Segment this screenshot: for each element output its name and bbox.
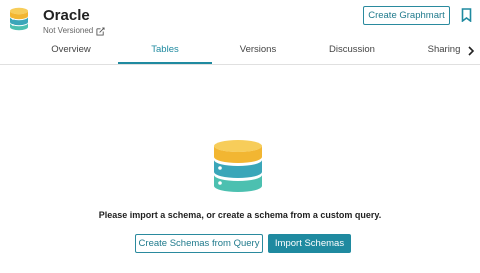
tab-bar: Overview Tables Versions Discussion Shar… xyxy=(0,38,480,65)
tab-discussion[interactable]: Discussion xyxy=(306,38,398,64)
tab-versions[interactable]: Versions xyxy=(214,38,302,64)
import-schemas-button[interactable]: Import Schemas xyxy=(268,234,351,253)
external-edit-icon[interactable] xyxy=(96,26,105,36)
version-status-label: Not Versioned xyxy=(43,26,94,35)
tab-tables[interactable]: Tables xyxy=(118,38,212,64)
chevron-right-icon[interactable] xyxy=(465,44,477,58)
database-icon xyxy=(214,140,262,192)
header: Oracle Not Versioned Create Graphmart xyxy=(0,0,480,38)
page-title: Oracle xyxy=(43,7,90,24)
create-schemas-from-query-button[interactable]: Create Schemas from Query xyxy=(135,234,263,253)
version-status: Not Versioned xyxy=(43,26,105,36)
database-logo-icon xyxy=(10,7,28,31)
create-graphmart-button[interactable]: Create Graphmart xyxy=(363,6,450,25)
bookmark-icon[interactable] xyxy=(461,8,472,22)
empty-state-message: Please import a schema, or create a sche… xyxy=(98,210,382,220)
tab-overview[interactable]: Overview xyxy=(32,38,110,64)
